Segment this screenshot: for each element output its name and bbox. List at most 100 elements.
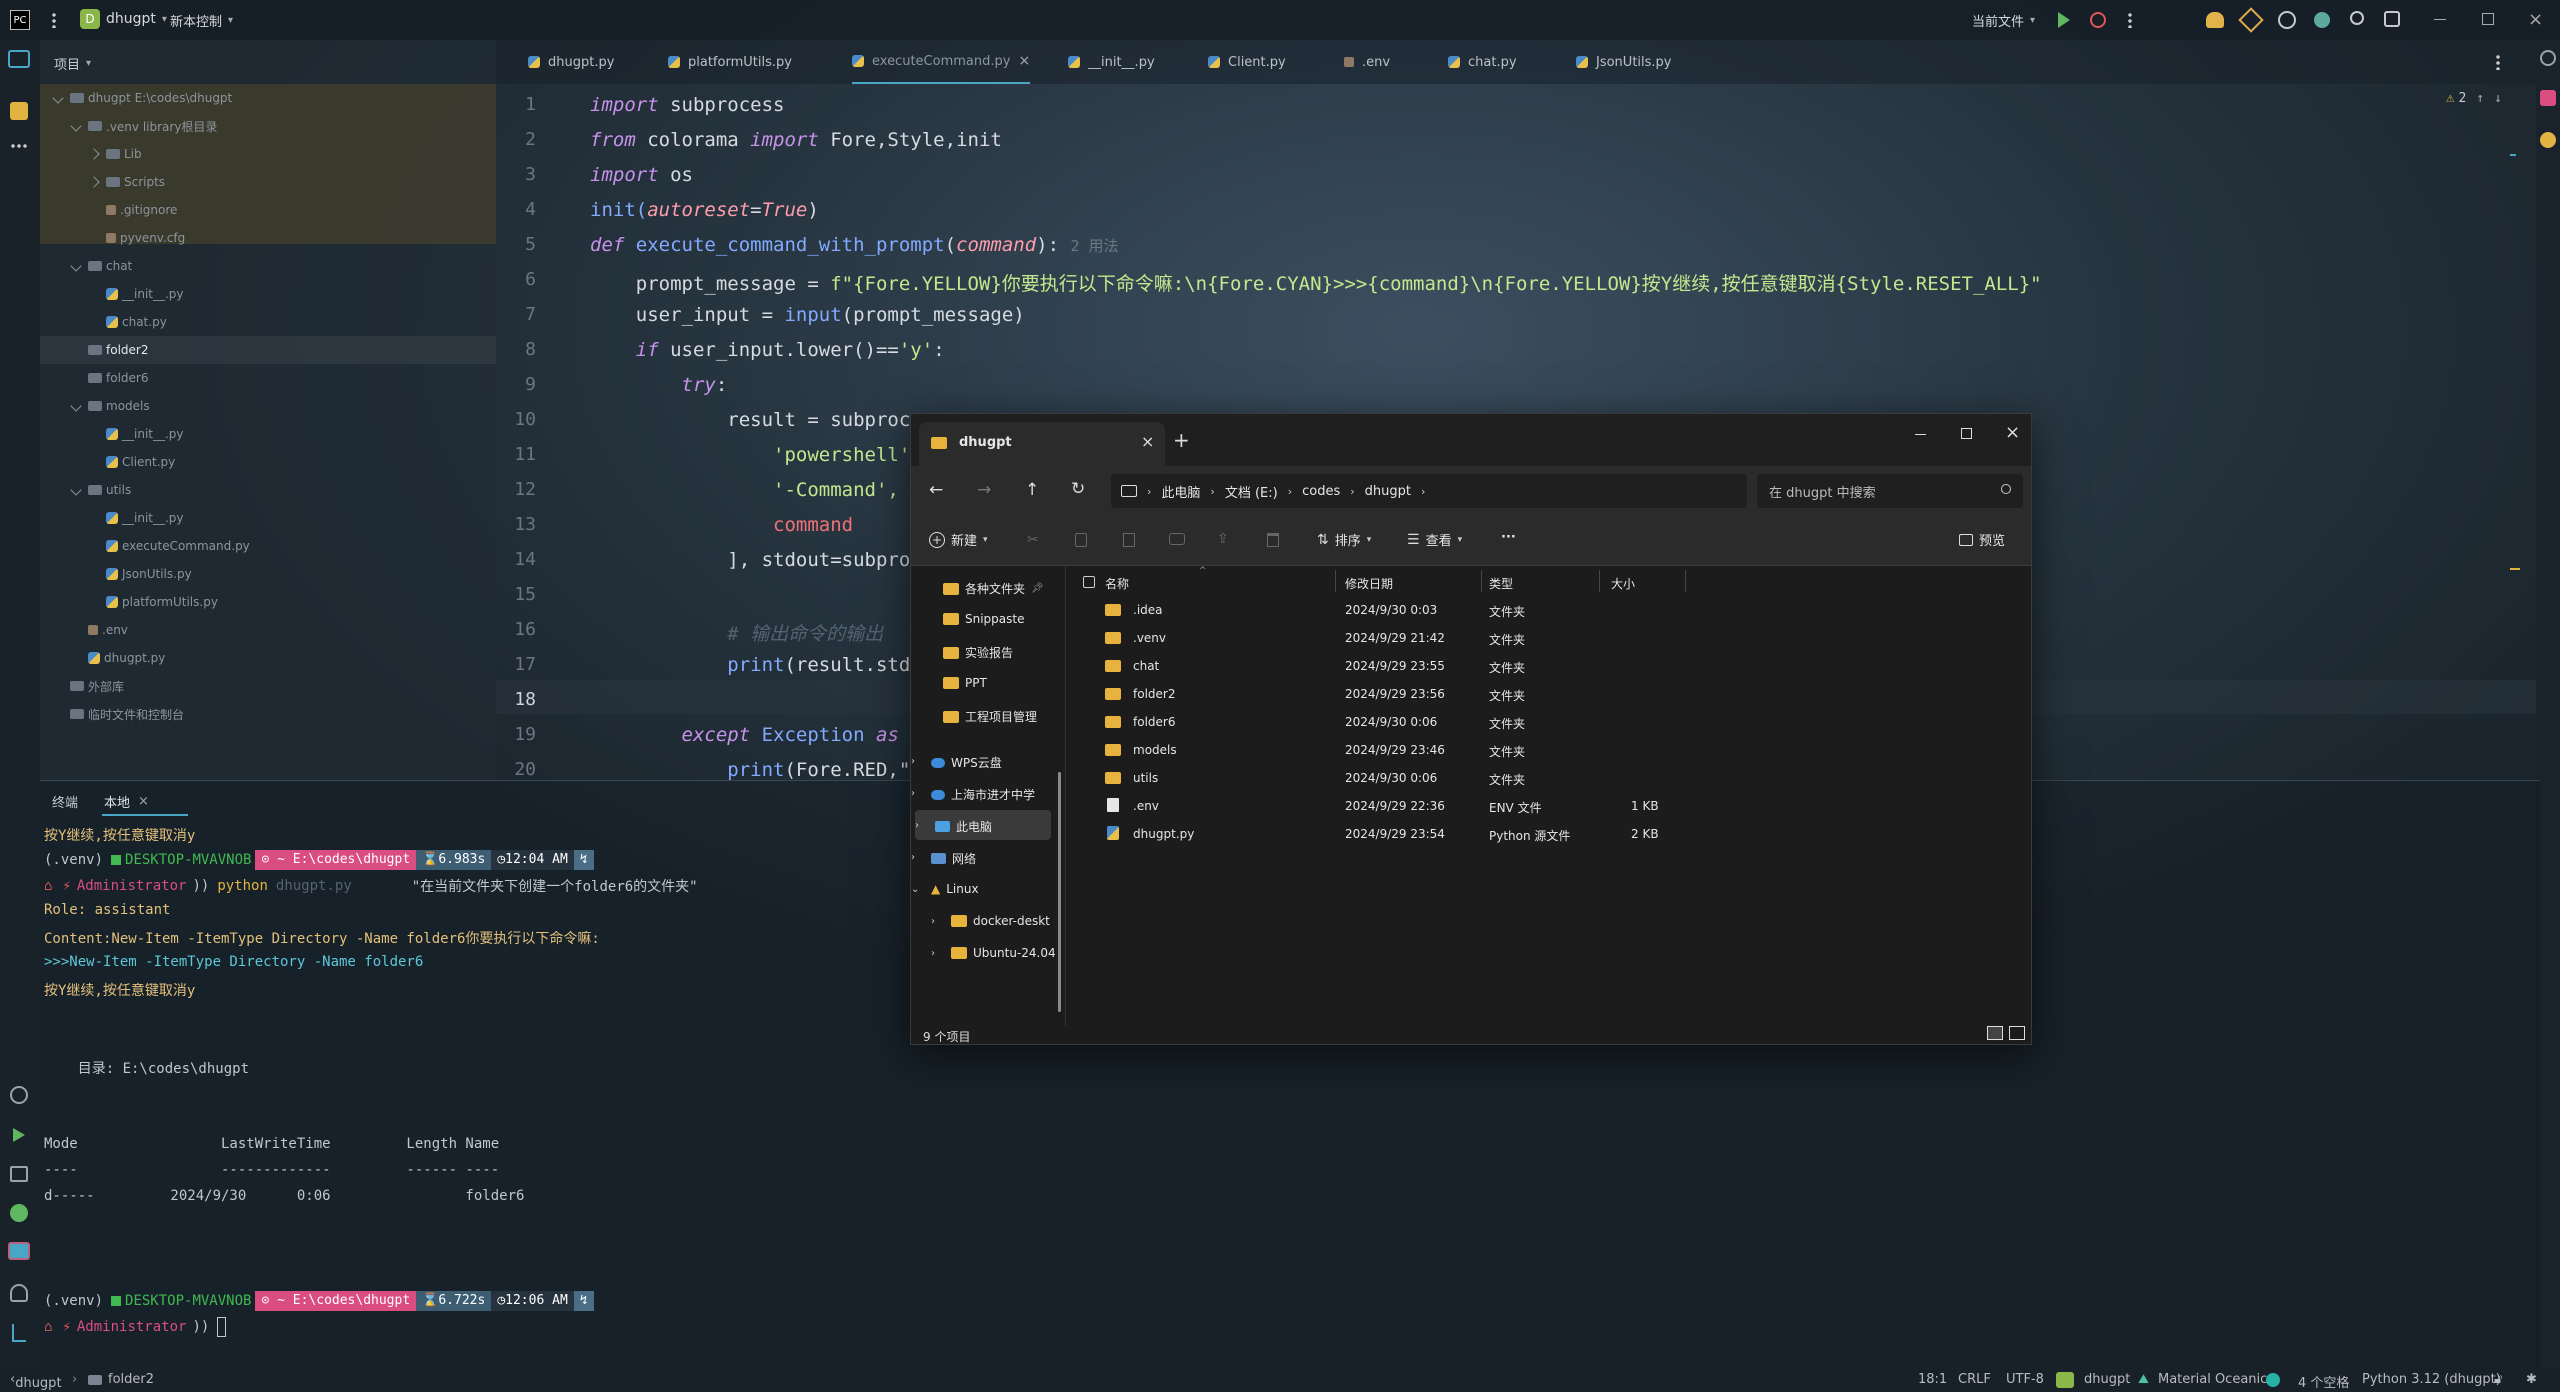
tab-init-py[interactable]: __init__.py (1068, 40, 1155, 84)
debug-icon[interactable] (2090, 12, 2106, 28)
column-type[interactable]: 类型 (1489, 575, 1513, 592)
tree-item[interactable]: 临时文件和控制台 (40, 700, 496, 728)
status-crumb-folder[interactable]: folder2 (108, 1372, 154, 1387)
close-icon[interactable]: × (1141, 432, 1154, 451)
chevron-down-icon[interactable] (70, 120, 82, 132)
sort-button[interactable]: ⇅ 排序 ▾ (1317, 530, 1371, 550)
minimize-icon[interactable] (1915, 434, 1926, 435)
chevron-down-icon[interactable]: ⌄ (911, 884, 919, 895)
nav-item[interactable]: › docker-deskt (911, 906, 1061, 936)
breadcrumb-dhugpt[interactable]: dhugpt (1365, 484, 1411, 499)
file-row[interactable]: folder6 2024/9/30 0:06 文件夹 (1075, 708, 2025, 736)
chevron-down-icon[interactable] (70, 260, 82, 272)
details-view-icon[interactable] (1987, 1026, 2003, 1040)
file-row[interactable]: .idea 2024/9/30 0:03 文件夹 (1075, 596, 2025, 624)
explorer-tab[interactable]: dhugpt × (919, 422, 1165, 466)
tiles-view-icon[interactable] (2009, 1026, 2025, 1040)
more-button[interactable]: ··· (1501, 530, 1516, 545)
select-all-checkbox[interactable] (1083, 576, 1095, 588)
search-icon[interactable] (2350, 11, 2364, 25)
usage-hint[interactable]: 2 用法 (1071, 237, 1119, 255)
tree-item[interactable]: .venv library根目录 (40, 112, 496, 140)
run-icon[interactable] (2058, 12, 2070, 28)
run-config-selector[interactable]: 当前文件 ▾ (1972, 11, 2035, 30)
chevron-right-icon[interactable] (88, 148, 100, 160)
tree-item[interactable]: JsonUtils.py (40, 560, 496, 588)
file-encoding[interactable]: UTF-8 (2006, 1372, 2044, 1387)
nav-item[interactable]: ⌄ ▲ Linux (911, 874, 1061, 904)
chevron-down-icon[interactable] (70, 484, 82, 496)
tab-terminal-local[interactable]: 本地 × (104, 792, 149, 811)
tree-item[interactable]: chat.py (40, 308, 496, 336)
tree-item[interactable]: __init__.py (40, 420, 496, 448)
tree-item[interactable]: executeCommand.py (40, 532, 496, 560)
lock-icon[interactable]: 🔓︎ (2494, 1372, 2502, 1387)
forward-icon[interactable]: → (977, 480, 991, 500)
project-tool-icon[interactable] (8, 50, 30, 68)
memory-icon[interactable]: ✱ (2526, 1372, 2537, 1387)
breadcrumb-codes[interactable]: codes (1302, 484, 1340, 499)
file-row[interactable]: .env 2024/9/29 22:36 ENV 文件 1 KB (1075, 792, 2025, 820)
tree-item[interactable]: Scripts (40, 168, 496, 196)
maximize-icon[interactable] (1961, 428, 1972, 439)
project-panel-header[interactable]: 项目 ▾ (54, 54, 91, 73)
column-date[interactable]: 修改日期 (1345, 575, 1393, 592)
search-field[interactable]: 在 dhugpt 中搜索 (1757, 474, 2023, 508)
close-icon[interactable]: × (1018, 53, 1030, 69)
file-row[interactable]: .venv 2024/9/29 21:42 文件夹 (1075, 624, 2025, 652)
layers-icon[interactable] (10, 1166, 28, 1182)
ai-chat-icon[interactable] (2540, 90, 2556, 106)
tree-item[interactable]: __init__.py (40, 504, 496, 532)
python-packages-icon[interactable] (10, 1086, 28, 1104)
tree-item[interactable]: .env (40, 616, 496, 644)
preview-button[interactable]: 预览 (1959, 530, 2005, 549)
column-name[interactable]: 名称 (1105, 575, 1129, 592)
run-tool-icon[interactable] (13, 1128, 25, 1142)
status-breadcrumb[interactable]: ‹ dhugpt (10, 1372, 62, 1391)
tree-item[interactable]: Client.py (40, 448, 496, 476)
tree-item[interactable]: pyvenv.cfg (40, 224, 496, 252)
sync-status-icon[interactable] (2266, 1373, 2280, 1387)
tab-actions-icon[interactable] (2496, 54, 2500, 70)
tree-item[interactable]: 外部库 (40, 672, 496, 700)
minimize-icon[interactable] (2434, 19, 2446, 20)
file-row[interactable]: dhugpt.py 2024/9/29 23:54 Python 源文件 2 KB (1075, 820, 2025, 848)
delete-icon[interactable] (1267, 533, 1279, 547)
input-line[interactable]: ⌂ ⚡ Administrator )) (44, 1317, 227, 1337)
breadcrumb-drive[interactable]: 文档 (E:) (1225, 482, 1278, 501)
structure-tool-icon[interactable] (10, 102, 28, 120)
ai-assistant-icon[interactable] (2278, 11, 2296, 29)
view-button[interactable]: ☰ 查看 ▾ (1407, 530, 1462, 550)
indent-setting[interactable]: 4 个空格 (2298, 1372, 2349, 1391)
tree-item[interactable]: models (40, 392, 496, 420)
share-icon[interactable]: ⇪ (1217, 531, 1229, 547)
tab-dhugpt-py[interactable]: dhugpt.py (528, 40, 614, 84)
copy-icon[interactable] (1075, 533, 1087, 547)
python-interpreter[interactable]: Python 3.12 (dhugpt) (2362, 1372, 2501, 1387)
more-actions-icon[interactable] (2128, 12, 2132, 28)
cut-icon[interactable]: ✂ (1027, 532, 1039, 548)
paste-icon[interactable] (1123, 533, 1135, 547)
chevron-down-icon[interactable] (70, 400, 82, 412)
close-icon[interactable]: × (138, 794, 149, 809)
terminal-tool-icon[interactable] (8, 1242, 30, 1260)
nav-item[interactable]: › Ubuntu-24.04 (911, 938, 1061, 968)
tree-item[interactable]: Lib (40, 140, 496, 168)
theme-name[interactable]: Material Oceanic (2158, 1372, 2267, 1387)
tab-client-py[interactable]: Client.py (1208, 40, 1286, 84)
file-row[interactable]: models 2024/9/29 23:46 文件夹 (1075, 736, 2025, 764)
warning-marker[interactable] (2510, 568, 2520, 570)
new-button[interactable]: + 新建 ▾ (929, 530, 988, 549)
up-icon[interactable]: ↑ (1025, 480, 1039, 500)
tree-item[interactable]: .gitignore (40, 196, 496, 224)
refresh-icon[interactable]: ↻ (1071, 479, 1085, 499)
main-menu-icon[interactable] (52, 12, 56, 28)
chevron-right-icon[interactable]: › (931, 948, 935, 959)
project-switcher[interactable]: D dhugpt ▾ (80, 9, 167, 29)
rename-icon[interactable] (1169, 533, 1185, 545)
column-size[interactable]: 大小 (1611, 575, 1635, 592)
tab-env[interactable]: .env (1344, 40, 1390, 84)
settings-icon[interactable] (2384, 11, 2400, 27)
tree-item[interactable]: utils (40, 476, 496, 504)
line-separator[interactable]: CRLF (1958, 1372, 1991, 1387)
